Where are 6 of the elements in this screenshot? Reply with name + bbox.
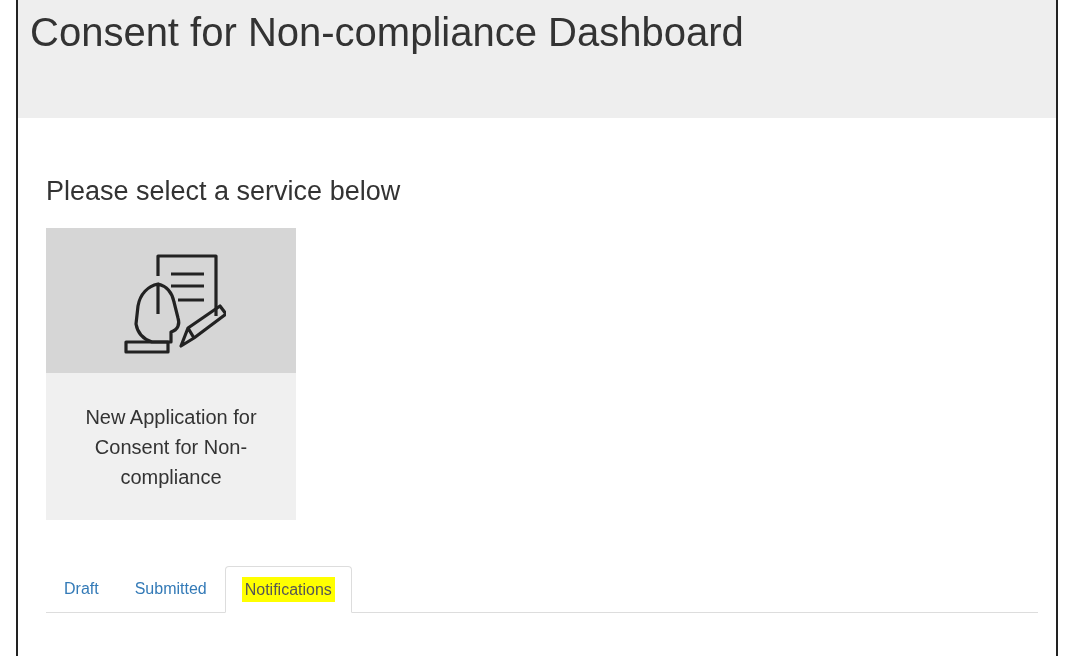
- tab[interactable]: Draft: [46, 565, 117, 612]
- tab[interactable]: Submitted: [116, 565, 225, 612]
- tab[interactable]: Notifications: [224, 566, 352, 613]
- section-heading: Please select a service below: [46, 175, 401, 208]
- service-label: New Application for Consent for Non-compliance: [84, 404, 258, 490]
- page-title: Consent for Non-compliance Dashboard: [30, 9, 744, 56]
